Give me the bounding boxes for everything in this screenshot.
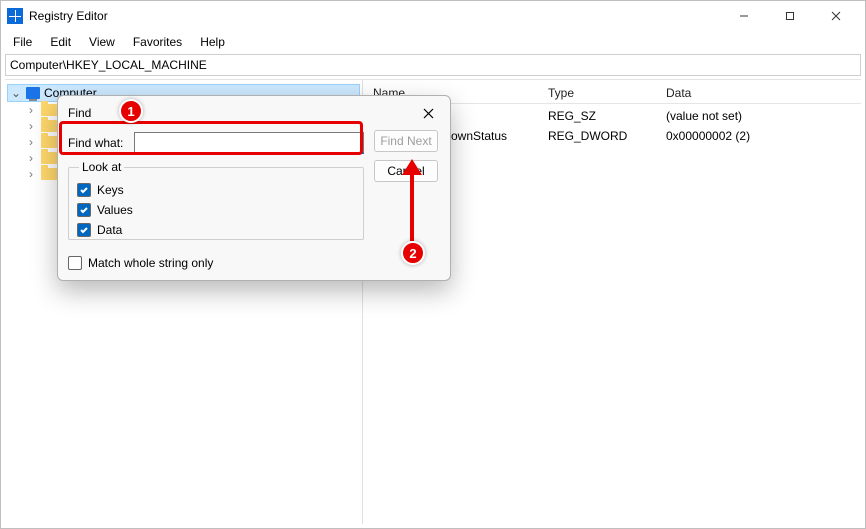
find-dialog: Find Find what: Look at Keys Values	[57, 95, 451, 281]
find-close-button[interactable]	[416, 102, 440, 124]
maximize-button[interactable]	[767, 1, 813, 31]
look-at-legend: Look at	[79, 160, 124, 174]
registry-editor-window: Registry Editor File Edit View Favorites…	[0, 0, 866, 529]
computer-icon	[26, 87, 40, 99]
match-whole-checkbox[interactable]	[68, 256, 82, 270]
folder-icon	[41, 120, 57, 132]
col-header-type[interactable]: Type	[548, 83, 666, 100]
address-bar[interactable]: Computer\HKEY_LOCAL_MACHINE	[5, 54, 861, 76]
chevron-right-icon[interactable]: ›	[25, 103, 37, 117]
data-label: Data	[97, 223, 122, 237]
find-dialog-title: Find	[68, 106, 416, 120]
menu-favorites[interactable]: Favorites	[125, 33, 190, 51]
data-checkbox[interactable]	[77, 223, 91, 237]
match-whole-label: Match whole string only	[88, 256, 213, 270]
values-checkbox[interactable]	[77, 203, 91, 217]
titlebar: Registry Editor	[1, 1, 865, 31]
chevron-down-icon[interactable]: ⌄	[10, 86, 22, 100]
folder-icon	[41, 168, 57, 180]
menu-file[interactable]: File	[5, 33, 40, 51]
keys-label: Keys	[97, 183, 124, 197]
look-at-group: Look at Keys Values Data	[68, 160, 364, 240]
folder-icon	[41, 152, 57, 164]
value-data-cell: 0x00000002 (2)	[666, 129, 861, 143]
folder-icon	[41, 136, 57, 148]
menu-edit[interactable]: Edit	[42, 33, 79, 51]
find-dialog-titlebar: Find	[68, 102, 440, 124]
find-what-input[interactable]	[134, 132, 364, 154]
col-header-data[interactable]: Data	[666, 83, 861, 100]
window-title: Registry Editor	[29, 9, 108, 23]
value-type-cell: REG_SZ	[548, 109, 666, 123]
keys-checkbox[interactable]	[77, 183, 91, 197]
find-next-button[interactable]: Find Next	[374, 130, 438, 152]
menu-view[interactable]: View	[81, 33, 123, 51]
values-label: Values	[97, 203, 133, 217]
minimize-button[interactable]	[721, 1, 767, 31]
chevron-right-icon[interactable]: ›	[25, 167, 37, 181]
chevron-right-icon[interactable]: ›	[25, 151, 37, 165]
menubar: File Edit View Favorites Help	[1, 31, 865, 53]
folder-icon	[41, 104, 57, 116]
value-data-cell: (value not set)	[666, 109, 861, 123]
find-what-label: Find what:	[68, 136, 126, 150]
cancel-button[interactable]: Cancel	[374, 160, 438, 182]
regedit-icon	[7, 8, 23, 24]
chevron-right-icon[interactable]: ›	[25, 135, 37, 149]
chevron-right-icon[interactable]: ›	[25, 119, 37, 133]
close-button[interactable]	[813, 1, 859, 31]
address-text: Computer\HKEY_LOCAL_MACHINE	[10, 58, 207, 72]
menu-help[interactable]: Help	[192, 33, 233, 51]
value-type-cell: REG_DWORD	[548, 129, 666, 143]
